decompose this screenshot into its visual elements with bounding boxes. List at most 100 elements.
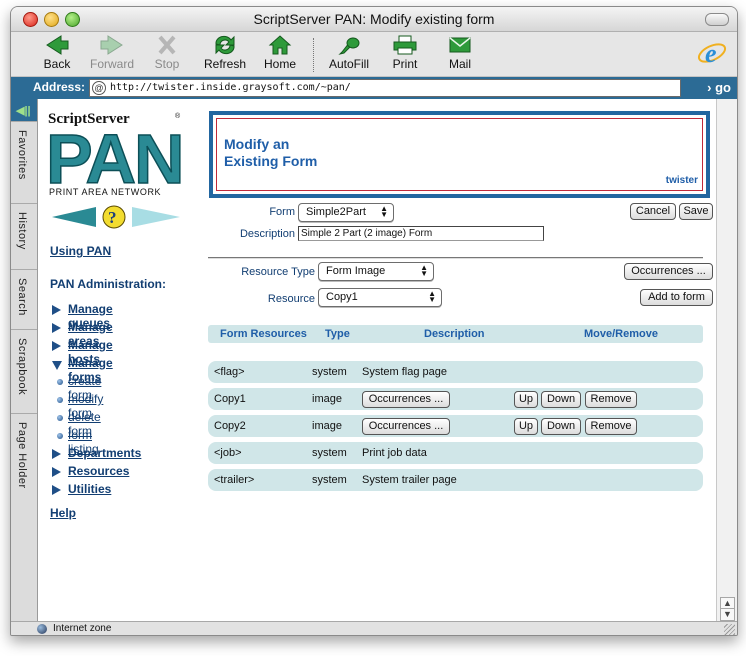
resources-link[interactable]: Resources	[68, 464, 129, 478]
bullet-icon	[57, 415, 63, 421]
disclosure-triangle-icon[interactable]	[52, 485, 61, 495]
forward-button[interactable]: Forward	[84, 35, 140, 75]
resource-name: <trailer>	[214, 474, 255, 486]
table-row: Copy1 image Occurrences ... Up Down Remo…	[208, 388, 703, 410]
print-button[interactable]: Print	[377, 35, 433, 75]
table-row: <job> system Print job data	[208, 442, 703, 464]
print-label: Print	[392, 57, 418, 71]
move-up-button[interactable]: Up	[514, 391, 538, 408]
using-pan-link[interactable]: Using PAN	[50, 244, 111, 258]
resource-select[interactable]: Copy1 ▲ ▼	[318, 288, 442, 307]
bullet-icon	[57, 379, 63, 385]
svg-text:e: e	[705, 39, 717, 68]
description-label: Description	[239, 228, 295, 240]
resize-grip-icon[interactable]	[724, 624, 735, 635]
autofill-pen-icon	[338, 37, 360, 55]
disclosure-triangle-icon[interactable]	[52, 323, 61, 333]
disclosure-triangle-icon[interactable]	[52, 467, 61, 477]
browser-toolbar: Back Forward Stop Refresh Home AutoFill …	[11, 32, 737, 77]
address-input[interactable]: @ http://twister.inside.graysoft.com/~pa…	[89, 79, 681, 97]
resource-value: Copy1	[326, 291, 358, 303]
disclosure-triangle-icon[interactable]	[52, 341, 61, 351]
refresh-label: Refresh	[203, 57, 247, 71]
logo-pan-text: PAN	[48, 120, 183, 197]
home-label: Home	[263, 57, 296, 71]
resource-name: Copy1	[214, 393, 246, 405]
select-arrows-icon: ▲ ▼	[420, 263, 428, 278]
save-button[interactable]: Save	[679, 203, 713, 220]
page-title-line2: Existing Form	[224, 153, 318, 169]
departments-link[interactable]: Departments	[68, 446, 141, 460]
resource-type: image	[312, 420, 342, 432]
title-bar[interactable]: ScriptServer PAN: Modify existing form	[11, 7, 737, 32]
toolbar-toggle-button[interactable]	[705, 13, 729, 26]
back-arrow-icon	[46, 35, 69, 55]
back-button[interactable]: Back	[29, 35, 85, 75]
autofill-button[interactable]: AutoFill	[321, 35, 377, 75]
svg-text:?: ?	[108, 208, 117, 227]
printer-icon	[393, 35, 417, 55]
scroll-down-arrow-icon[interactable]: ▼	[720, 608, 735, 621]
content-frame: ◀|| Favorites History Search Scrapbook P…	[11, 99, 737, 621]
utilities-link[interactable]: Utilities	[68, 482, 111, 496]
tab-scrapbook[interactable]: Scrapbook	[11, 329, 37, 414]
table-row: <trailer> system System trailer page	[208, 469, 703, 491]
resource-description: Print job data	[362, 447, 427, 459]
description-field[interactable]: Simple 2 Part (2 image) Form	[298, 226, 544, 241]
remove-button[interactable]: Remove	[585, 418, 637, 435]
tab-favorites[interactable]: Favorites	[11, 121, 37, 204]
home-icon	[268, 35, 292, 55]
resource-type-select[interactable]: Form Image ▲ ▼	[318, 262, 434, 281]
tab-history-label: History	[16, 212, 28, 250]
vertical-scrollbar[interactable]: ▲ ▼	[716, 99, 737, 621]
row-occurrences-button[interactable]: Occurrences ...	[362, 418, 450, 435]
back-label: Back	[43, 57, 71, 71]
move-down-button[interactable]: Down	[541, 391, 581, 408]
refresh-button[interactable]: Refresh	[197, 35, 253, 75]
go-button[interactable]: › go	[707, 80, 731, 95]
move-up-button[interactable]: Up	[514, 418, 538, 435]
move-down-button[interactable]: Down	[541, 418, 581, 435]
browser-window: ScriptServer PAN: Modify existing form B…	[10, 6, 738, 636]
explorer-bar-toggle-icon: ◀||	[16, 105, 31, 117]
explorer-bar-tabs: ◀|| Favorites History Search Scrapbook P…	[11, 99, 38, 621]
disclosure-triangle-open-icon[interactable]	[52, 361, 62, 370]
resource-label: Resource	[267, 293, 315, 305]
explorer-bar-toggle[interactable]: ◀||	[11, 99, 37, 121]
home-button[interactable]: Home	[252, 35, 308, 75]
disclosure-triangle-icon[interactable]	[52, 305, 61, 315]
add-to-form-button[interactable]: Add to form	[640, 289, 713, 306]
select-arrows-icon: ▲ ▼	[380, 204, 388, 219]
internet-zone-globe-icon	[37, 624, 47, 634]
logo-subtitle: PRINT AREA NETWORK	[49, 187, 161, 197]
select-arrows-icon: ▲ ▼	[428, 289, 436, 304]
mail-button[interactable]: Mail	[432, 35, 488, 75]
address-label: Address:	[33, 80, 86, 94]
go-label: go	[715, 80, 731, 95]
refresh-icon	[215, 35, 235, 55]
tab-page-holder[interactable]: Page Holder	[11, 413, 37, 510]
bullet-icon	[57, 433, 63, 439]
help-link[interactable]: Help	[50, 506, 76, 520]
remove-button[interactable]: Remove	[585, 391, 637, 408]
col-form-resources: Form Resources	[220, 328, 307, 340]
tab-history[interactable]: History	[11, 203, 37, 270]
bullet-icon	[57, 397, 63, 403]
resource-type: system	[312, 366, 347, 378]
cancel-button[interactable]: Cancel	[630, 203, 676, 220]
stop-button[interactable]: Stop	[139, 35, 195, 75]
internet-explorer-logo-icon: e	[697, 39, 727, 68]
form-select[interactable]: Simple2Part ▲ ▼	[298, 203, 394, 222]
forward-arrow-icon	[100, 35, 123, 55]
disclosure-triangle-icon[interactable]	[52, 449, 61, 459]
tab-search[interactable]: Search	[11, 269, 37, 330]
forward-label: Forward	[89, 57, 134, 71]
form-divider	[208, 257, 703, 259]
row-occurrences-button[interactable]: Occurrences ...	[362, 391, 450, 408]
resource-description: System flag page	[362, 366, 447, 378]
logo-registered-mark: ®	[175, 112, 181, 120]
occurrences-button[interactable]: Occurrences ...	[624, 263, 713, 280]
resource-type: system	[312, 474, 347, 486]
form-label: Form	[269, 206, 295, 218]
resource-description: System trailer page	[362, 474, 457, 486]
